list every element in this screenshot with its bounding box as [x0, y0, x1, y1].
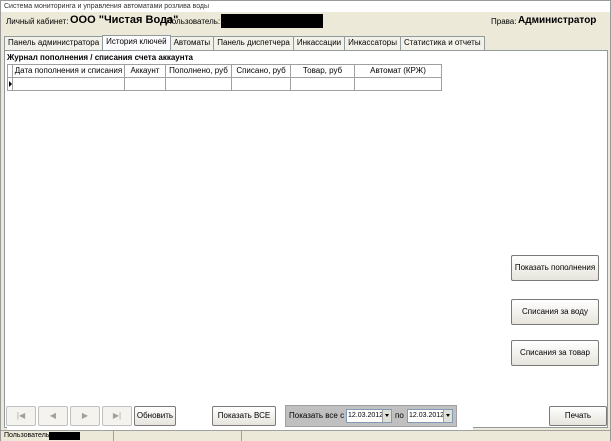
status-divider: [241, 431, 242, 441]
table-cell[interactable]: [125, 78, 166, 91]
column-header-topped-up[interactable]: Пополнено, руб: [166, 64, 232, 78]
status-user-redacted: [49, 432, 80, 440]
date-to-picker[interactable]: 12.03.2012: [407, 409, 453, 423]
tab-key-history[interactable]: История ключей: [102, 35, 171, 50]
status-bar: Пользователь:: [1, 430, 610, 441]
tab-bar: Панель администратора История ключей Авт…: [4, 35, 485, 50]
first-record-button[interactable]: |◀: [6, 406, 36, 426]
prev-record-button[interactable]: ◀: [38, 406, 68, 426]
table-cell[interactable]: [166, 78, 232, 91]
window-title: Система мониторинга и управления автомат…: [1, 1, 610, 12]
rights-value: Администратор: [518, 15, 597, 26]
main-window: Система мониторинга и управления автомат…: [0, 0, 611, 441]
table-cell[interactable]: [232, 78, 291, 91]
show-all-button[interactable]: Показать ВСЕ: [212, 406, 276, 426]
header: Личный кабинет: ООО "Чистая Вода" Пользо…: [4, 13, 608, 31]
tab-collectors[interactable]: Инкассаторы: [344, 36, 401, 50]
grid-header: Дата пополнения и списания Аккаунт Попол…: [7, 64, 442, 78]
date-from-value: 12.03.2012: [348, 412, 384, 419]
current-row-icon: [9, 81, 12, 87]
next-record-button[interactable]: ▶: [70, 406, 100, 426]
status-user-label: Пользователь:: [4, 432, 52, 439]
column-header-goods[interactable]: Товар, руб: [291, 64, 355, 78]
show-topups-button[interactable]: Показать пополнения: [511, 255, 599, 281]
column-header-machine[interactable]: Автомат (КРЖ): [355, 64, 442, 78]
tab-admin-panel[interactable]: Панель администратора: [4, 36, 104, 50]
last-record-button[interactable]: ▶|: [102, 406, 132, 426]
tab-statistics[interactable]: Статистика и отчеты: [399, 36, 485, 50]
tab-collections[interactable]: Инкассации: [292, 36, 346, 50]
column-header-charged[interactable]: Списано, руб: [232, 64, 291, 78]
print-button[interactable]: Печать: [549, 406, 607, 426]
column-header-account[interactable]: Аккаунт: [125, 64, 166, 78]
tab-dispatcher-panel[interactable]: Панель диспетчера: [213, 36, 294, 50]
table-cell[interactable]: [13, 78, 125, 91]
bottom-toolbar: |◀ ◀ ▶ ▶| Обновить Показать ВСЕ Показать…: [4, 405, 608, 427]
chevron-down-icon[interactable]: [443, 410, 452, 422]
rights-label: Права:: [491, 17, 517, 26]
to-label: по: [395, 411, 404, 420]
tab-machines[interactable]: Автоматы: [169, 36, 215, 50]
column-header-date[interactable]: Дата пополнения и списания: [13, 64, 125, 78]
status-divider: [113, 431, 114, 441]
table-cell[interactable]: [355, 78, 442, 91]
date-from-picker[interactable]: 12.03.2012: [346, 409, 392, 423]
journal-title: Журнал пополнения / списания счета аккау…: [7, 53, 193, 62]
date-to-value: 12.03.2012: [409, 412, 445, 419]
cabinet-name: ООО "Чистая Вода": [70, 14, 179, 26]
user-name-redacted: [221, 14, 323, 28]
table-row[interactable]: [7, 78, 442, 91]
chevron-down-icon[interactable]: [382, 410, 391, 422]
water-charges-button[interactable]: Списания за воду: [511, 299, 599, 325]
table-cell[interactable]: [291, 78, 355, 91]
show-all-from-label: Показать все с: [289, 411, 345, 420]
journal-grid[interactable]: Дата пополнения и списания Аккаунт Попол…: [7, 64, 473, 441]
row-selector[interactable]: [7, 78, 13, 91]
refresh-button[interactable]: Обновить: [134, 406, 176, 426]
date-filter: Показать все с 12.03.2012 по 12.03.2012: [285, 405, 457, 427]
user-label: Пользователь:: [166, 17, 221, 26]
tab-panel: Журнал пополнения / списания счета аккау…: [4, 50, 608, 441]
goods-charges-button[interactable]: Списания за товар: [511, 340, 599, 366]
cabinet-label: Личный кабинет:: [6, 17, 69, 26]
